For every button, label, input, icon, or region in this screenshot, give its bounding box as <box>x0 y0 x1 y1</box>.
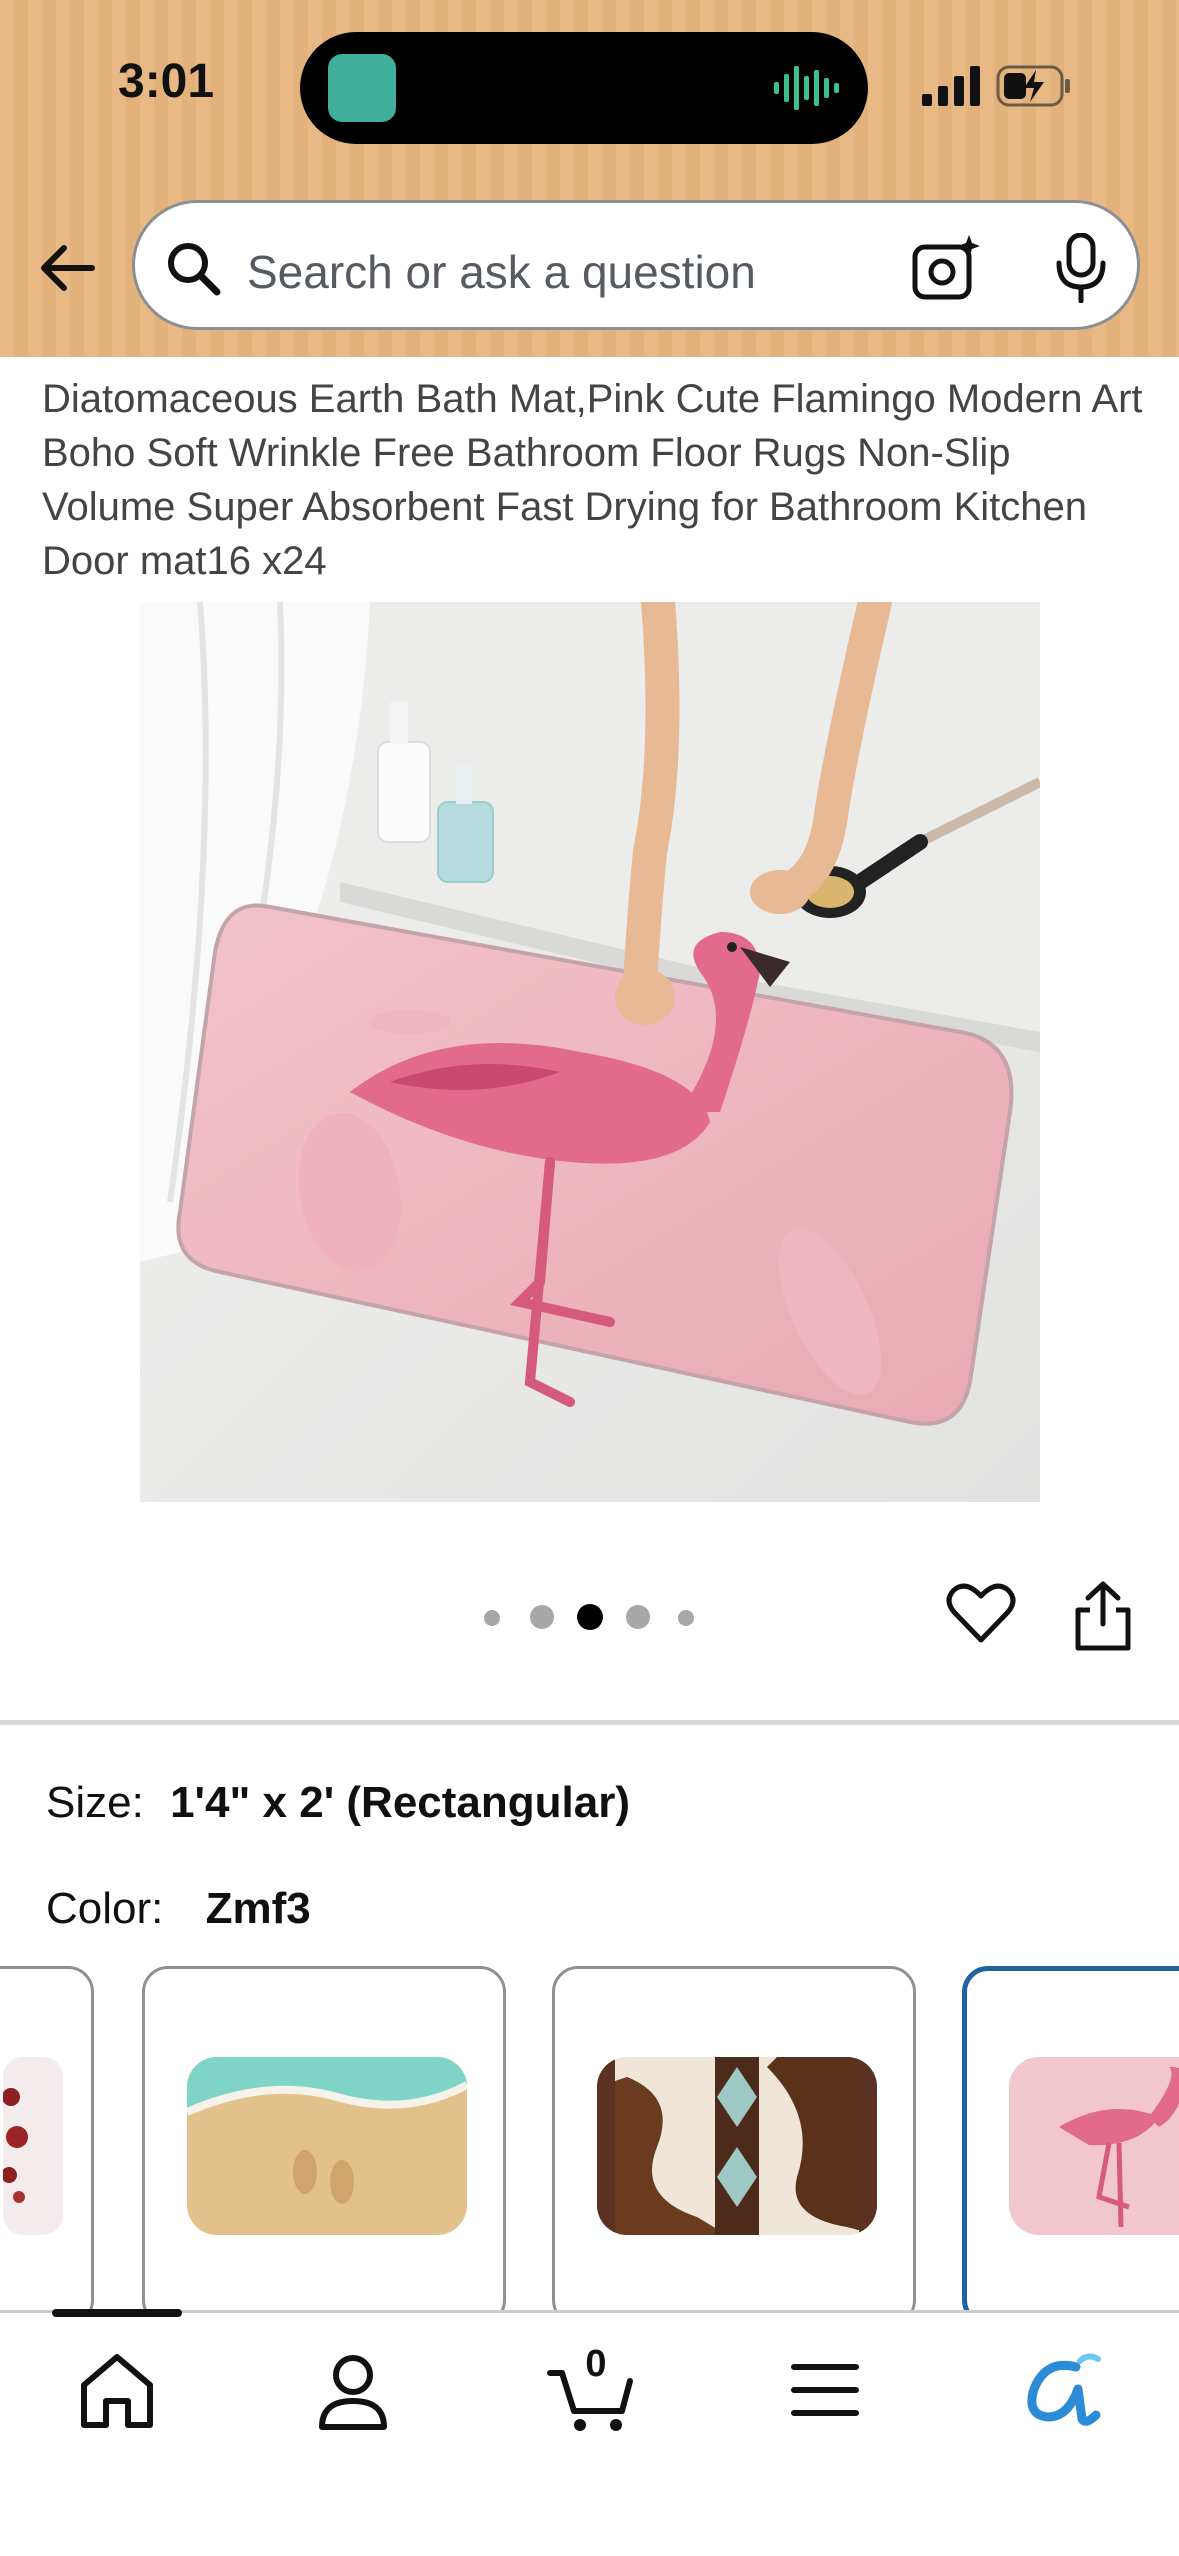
camera-lens-icon[interactable] <box>911 233 981 303</box>
heart-icon[interactable] <box>946 1578 1016 1648</box>
color-swatch-red-pattern[interactable] <box>0 1966 94 2326</box>
size-value: 1'4" x 2' (Rectangular) <box>170 1778 630 1827</box>
size-selector: Size: 1'4" x 2' (Rectangular) <box>46 1778 630 1828</box>
carousel-dot[interactable] <box>626 1605 650 1629</box>
carousel-dot[interactable] <box>484 1610 500 1626</box>
bottom-navigation: 0 <box>0 2309 1179 2556</box>
swatch-image <box>3 2057 63 2235</box>
search-input[interactable]: Search or ask a question <box>247 245 756 299</box>
section-divider <box>0 1720 1179 1725</box>
swatch-image <box>187 2057 467 2235</box>
swatch-image <box>597 2057 877 2235</box>
live-activity-app-icon <box>328 54 396 122</box>
menu-icon[interactable] <box>780 2345 870 2435</box>
color-swatch-beach-footprints[interactable] <box>142 1966 506 2326</box>
battery-charging-icon <box>996 65 1070 107</box>
back-arrow-icon[interactable] <box>34 236 98 300</box>
rufus-icon[interactable] <box>1016 2345 1106 2435</box>
cart-count-badge: 0 <box>585 2343 607 2385</box>
search-bar[interactable]: Search or ask a question <box>132 200 1140 330</box>
color-swatch-cowhide-aztec[interactable] <box>552 1966 916 2326</box>
microphone-icon[interactable] <box>1049 233 1113 303</box>
account-icon[interactable] <box>308 2345 398 2435</box>
product-title[interactable]: Diatomaceous Earth Bath Mat,Pink Cute Fl… <box>42 372 1152 588</box>
carousel-dot-active[interactable] <box>577 1604 603 1630</box>
cellular-signal-icon <box>922 66 980 106</box>
search-icon <box>168 243 221 296</box>
dynamic-island <box>300 32 868 144</box>
active-tab-indicator <box>52 2309 182 2317</box>
audio-wave-icon <box>774 66 839 110</box>
color-swatch-pink-flamingo[interactable] <box>962 1966 1179 2326</box>
home-icon[interactable] <box>72 2345 162 2435</box>
carousel-dot[interactable] <box>678 1610 694 1626</box>
app-header: 3:01 Search or ask a question <box>0 0 1179 357</box>
share-icon[interactable] <box>1072 1580 1134 1652</box>
carousel-dot[interactable] <box>530 1605 554 1629</box>
size-label: Size: <box>46 1778 144 1827</box>
swatch-image <box>1009 2057 1179 2235</box>
color-selector: Color: Zmf3 <box>46 1884 311 1934</box>
status-time: 3:01 <box>118 55 215 108</box>
color-value: Zmf3 <box>205 1884 311 1933</box>
product-image[interactable] <box>140 602 1040 1502</box>
color-label: Color: <box>46 1884 164 1933</box>
